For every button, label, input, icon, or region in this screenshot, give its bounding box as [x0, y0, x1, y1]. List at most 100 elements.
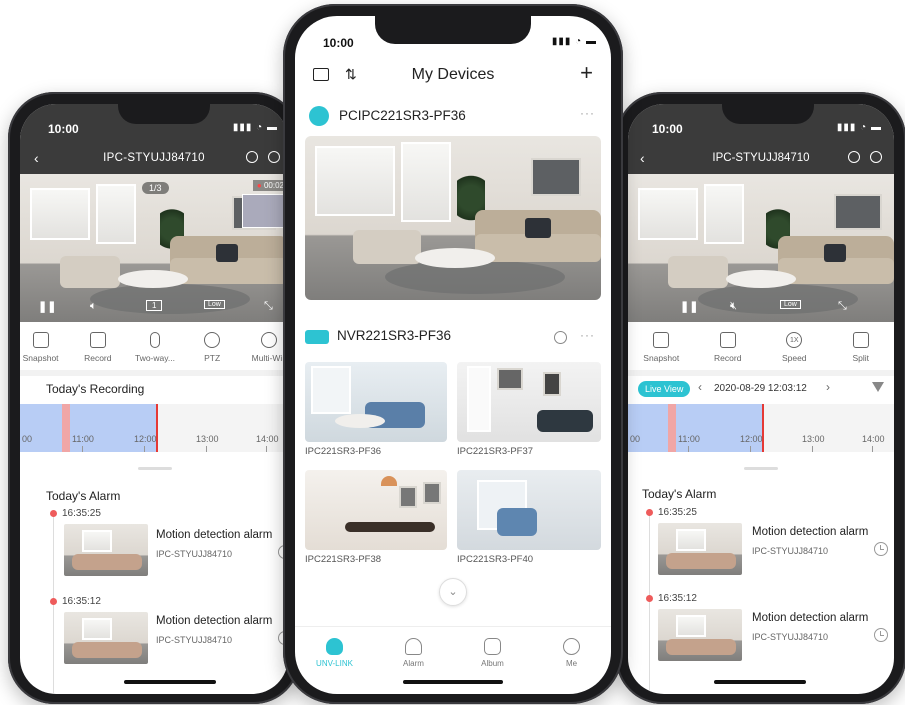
left-quality-badge[interactable]: Low [204, 300, 225, 309]
tab-label: Album [481, 659, 504, 668]
right-divider [628, 370, 894, 376]
timeline-tick: 13:00 [802, 434, 825, 444]
tab-me[interactable]: Me [542, 638, 602, 668]
timeline-cursor[interactable] [156, 404, 158, 452]
tabbar: UNV-LINK Alarm Album Me [295, 632, 611, 668]
left-home-indicator[interactable] [124, 680, 216, 684]
left-alarm-time: 16:35:12 [62, 596, 101, 607]
right-video-controls: ❚❚ 🔇︎ Low ⤡ [628, 300, 894, 318]
prev-day-icon[interactable]: ‹ [698, 380, 702, 394]
playback-icon[interactable] [554, 331, 567, 344]
pause-icon[interactable]: ❚❚ [38, 300, 56, 313]
camera-tile[interactable] [305, 470, 447, 550]
center-status-time: 10:00 [323, 36, 354, 50]
clock-icon[interactable] [874, 542, 888, 556]
right-alarm-timeline [649, 512, 650, 694]
left-screen: 10:00 ▮▮▮ ◔ ▬ ‹ IPC-STYUJJ84710 1/3 ● 00… [20, 104, 288, 694]
left-alarm-thumb[interactable] [64, 524, 148, 576]
mute-icon[interactable]: 🔇︎ [730, 300, 737, 313]
tab-album[interactable]: Album [463, 638, 523, 668]
camera-tile[interactable] [305, 362, 447, 442]
right-timeline[interactable]: 00 11:00 12:00 13:00 14:00 [628, 404, 894, 452]
tab-label: Me [565, 659, 578, 668]
timeline-tick: 11:00 [678, 434, 700, 444]
device1-more-icon[interactable]: ··· [580, 106, 595, 120]
left-alarm-thumb[interactable] [64, 612, 148, 664]
left-status-icons: ▮▮▮ ◔ ▬ [232, 122, 278, 133]
device1-name[interactable]: PCIPC221SR3-PF36 [339, 108, 466, 123]
add-device-icon[interactable]: + [580, 60, 593, 86]
filter-icon[interactable] [872, 382, 884, 392]
nvr-device-icon [305, 330, 329, 344]
left-channel-badge[interactable]: 1 [146, 300, 163, 311]
tab-unv-link[interactable]: UNV-LINK [305, 638, 365, 668]
next-day-icon[interactable]: › [826, 380, 830, 394]
device2-more-icon[interactable]: ··· [580, 328, 595, 342]
left-divider [20, 370, 288, 376]
left-video-controls: ❚❚ 🔈︎ 1 Low ⤡ [20, 300, 288, 318]
snapshot-button[interactable]: Snapshot [633, 332, 689, 363]
tabbar-divider [295, 626, 611, 627]
right-home-indicator[interactable] [714, 680, 806, 684]
camera-tile[interactable] [457, 470, 601, 550]
right-drawer-handle[interactable] [744, 467, 778, 470]
left-alarm-title: Today's Alarm [46, 489, 121, 503]
left-alarm-device: IPC-STYUJJ84710 [156, 549, 233, 559]
record-button[interactable]: Record [70, 332, 126, 363]
record-button[interactable]: Record [700, 332, 756, 363]
left-notch [118, 104, 210, 124]
split-button[interactable]: Split [833, 332, 889, 363]
right-alarm-thumb[interactable] [658, 523, 742, 575]
left-share-icon[interactable] [246, 151, 258, 163]
right-quality-badge[interactable]: Low [780, 300, 801, 309]
clock-icon[interactable] [874, 628, 888, 642]
device1-preview[interactable] [305, 136, 601, 300]
camera-icon [32, 332, 49, 348]
speed-button[interactable]: 1X Speed [766, 332, 822, 363]
right-tool-label: Split [852, 353, 870, 363]
live-view-button[interactable]: Live View [638, 381, 691, 397]
volume-icon[interactable]: 🔈︎ [90, 300, 97, 313]
left-tool-label: PTZ [204, 353, 221, 363]
fullscreen-icon[interactable]: ⤡ [838, 300, 847, 313]
video-record-icon [719, 332, 736, 348]
right-datetime[interactable]: 2020-08-29 12:03:12 [714, 383, 807, 394]
multi-window-button[interactable]: Multi-Win [241, 332, 288, 363]
camera-tile[interactable] [457, 362, 601, 442]
two-way-audio-button[interactable]: Two-way... [127, 332, 183, 363]
right-status-icons: ▮▮▮ ◔ ▬ [836, 122, 882, 133]
left-alarm-title-text: Motion detection alarm [156, 529, 273, 541]
timeline-tick: 00 [630, 434, 641, 444]
home-icon [326, 638, 343, 655]
right-share-icon[interactable] [848, 151, 860, 163]
left-status-time: 10:00 [48, 122, 79, 136]
center-status-icons: ▮▮▮ ◔ ▬ [551, 36, 597, 47]
device2-name[interactable]: NVR221SR3-PF36 [337, 328, 451, 343]
timeline-tick: 12:00 [740, 434, 763, 444]
snapshot-button[interactable]: Snapshot [20, 332, 69, 363]
left-settings-icon[interactable] [268, 151, 280, 163]
right-notch [722, 104, 814, 124]
expand-more-button[interactable]: ⌄ [439, 578, 467, 606]
left-alarm-time: 16:35:25 [62, 508, 101, 519]
center-phone: 10:00 ▮▮▮ ◔ ▬ ⇅ My Devices + PCIPC221SR3… [283, 4, 623, 704]
right-alarm-device: IPC-STYUJJ84710 [752, 632, 829, 642]
left-drawer-handle[interactable] [138, 467, 172, 470]
center-home-indicator[interactable] [403, 680, 503, 684]
left-alarm-title-text: Motion detection alarm [156, 615, 273, 627]
right-settings-icon[interactable] [870, 151, 882, 163]
ptz-button[interactable]: PTZ [184, 332, 240, 363]
right-alarm-title-text: Motion detection alarm [752, 526, 869, 538]
tab-alarm[interactable]: Alarm [384, 638, 444, 668]
camera-label: IPC221SR3-PF36 [305, 446, 382, 457]
left-page-indicator: 1/3 [142, 182, 169, 194]
right-alarm-thumb[interactable] [658, 609, 742, 661]
timeline-cursor[interactable] [762, 404, 764, 452]
fullscreen-icon[interactable]: ⤡ [264, 300, 273, 313]
right-tool-label: Snapshot [643, 353, 680, 363]
camera-label: IPC221SR3-PF40 [457, 554, 534, 565]
tab-label: UNV-LINK [316, 659, 353, 668]
alarm-dot-icon [50, 598, 57, 605]
left-timeline[interactable]: 00 11:00 12:00 13:00 14:00 [20, 404, 288, 452]
pause-icon[interactable]: ❚❚ [680, 300, 698, 313]
